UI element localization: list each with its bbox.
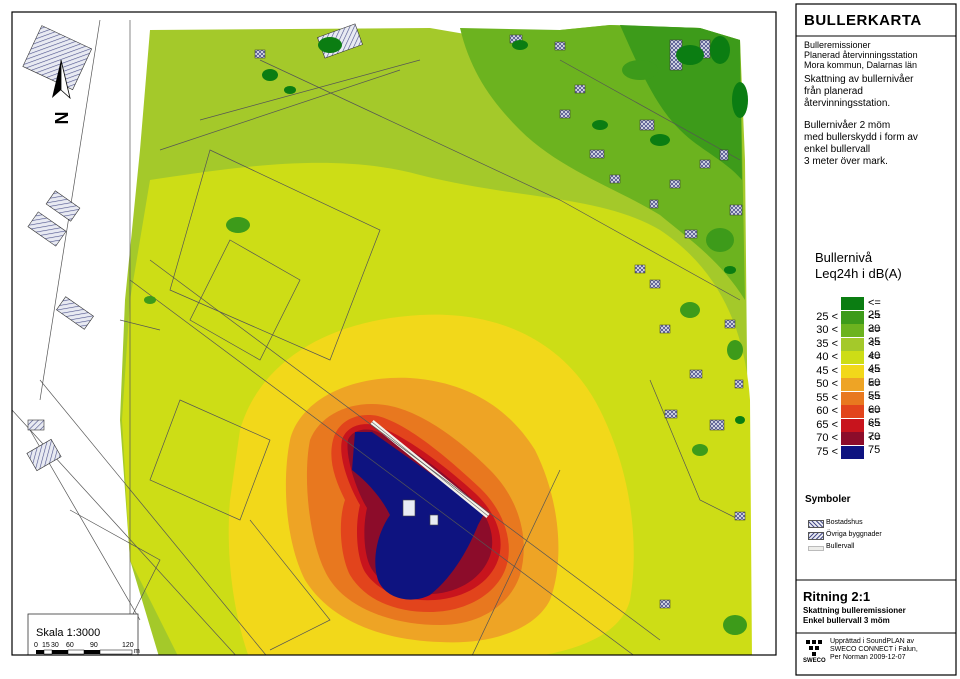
scale-bar (36, 649, 133, 655)
legend-swatch (841, 364, 864, 378)
small-building (402, 499, 416, 517)
symbols-title: Symboler (805, 494, 851, 505)
legend-lower-bound: 30 < (816, 324, 838, 336)
desc1-line1: Skattning av bullernivåer (804, 74, 914, 85)
scale-tick: 60 (66, 642, 74, 649)
legend-swatch (841, 351, 864, 364)
symbol-label: Bullervall (826, 543, 855, 550)
desc2-line1: Bullernivåer 2 möm (804, 120, 891, 131)
symbol-label: Övriga byggnader (826, 531, 882, 538)
drawing-line2: Enkel bullervall 3 möm (803, 616, 890, 625)
drawing-title: Ritning 2:1 (803, 589, 871, 604)
legend-row: <= 25 (806, 297, 896, 321)
legend-title-line1: Bullernivå (815, 250, 873, 265)
drawing-line1: Skattning bulleremissioner (803, 606, 906, 615)
legend-row: 50 < <= 55 (806, 378, 896, 402)
small-building (429, 514, 439, 526)
legend-lower-bound: 55 < (816, 391, 838, 404)
legend-swatch (841, 391, 864, 405)
scale-tick: 90 (90, 642, 98, 649)
legend-swatch (841, 378, 864, 391)
legend-row: 40 < <= 45 (806, 351, 896, 375)
legend-row: 25 < <= 30 (806, 310, 896, 335)
credit-line1: Upprättad i SoundPLAN av (830, 638, 915, 645)
subtitle-1: Bulleremissioner (804, 40, 871, 50)
legend-lower-bound: 60 < (816, 405, 838, 417)
legend-lower-bound: 70 < (816, 432, 838, 444)
credit-line3: Per Norman 2009-12-07 (830, 654, 906, 661)
scale-tick: 15 (42, 642, 50, 649)
legend-swatch (841, 310, 864, 324)
legend-row: 70 < <= 75 (806, 432, 896, 456)
legend-lower-bound: 45 < (816, 364, 838, 377)
desc1-line2: från planerad (804, 86, 863, 97)
legend-swatch (841, 324, 864, 337)
hatch-diagonal-icon (808, 532, 824, 540)
legend-title: Bullernivå Leq24h i dB(A) (815, 250, 902, 282)
legend-row: 55 < <= 60 (806, 391, 896, 416)
credit-line2: SWECO CONNECT i Falun, (830, 646, 918, 653)
legend-row: 45 < <= 50 (806, 364, 896, 389)
legend-lower-bound: 40 < (816, 351, 838, 363)
legend-lower-bound: 65 < (816, 418, 838, 431)
scale-tick: 120 (122, 642, 134, 649)
legend-swatch (841, 418, 864, 432)
legend-swatch (841, 297, 864, 310)
desc2-line3: enkel bullervall (804, 144, 871, 155)
legend-row: 75 < (806, 445, 896, 460)
scale-unit: m (134, 648, 140, 655)
legend-swatch (841, 405, 864, 418)
scale-tick: 30 (51, 642, 59, 649)
legend-row: 30 < <= 35 (806, 324, 896, 348)
map-title: BULLERKARTA (804, 12, 922, 29)
scale-label: Skala 1:3000 (36, 627, 101, 639)
desc2-line2: med bullerskydd i form av (804, 132, 918, 143)
legend-lower-bound: 50 < (816, 378, 838, 390)
legend-swatch (841, 432, 864, 445)
sweco-logo-text: SWECO (803, 658, 826, 664)
legend-lower-bound: 25 < (816, 310, 838, 323)
desc2-line4: 3 meter över mark. (804, 156, 888, 167)
legend-lower-bound: 75 < (816, 445, 838, 458)
north-label: N (52, 112, 72, 125)
legend-row: 60 < <= 65 (806, 405, 896, 429)
scale-tick: 0 (34, 642, 38, 649)
subtitle-2: Planerad återvinningsstation (804, 50, 918, 60)
legend-row: 35 < <= 40 (806, 337, 896, 362)
hatch-cross-icon (808, 520, 824, 528)
wall-icon (808, 546, 824, 551)
legend-swatch (841, 445, 864, 459)
desc1-line3: återvinningsstation. (804, 98, 891, 109)
legend-row: 65 < <= 70 (806, 418, 896, 443)
legend-swatch (841, 337, 864, 351)
legend-title-line2: Leq24h i dB(A) (815, 266, 902, 281)
legend-lower-bound: 35 < (816, 337, 838, 350)
symbol-label: Bostadshus (826, 519, 863, 526)
subtitle-3: Mora kommun, Dalarnas län (804, 60, 918, 70)
